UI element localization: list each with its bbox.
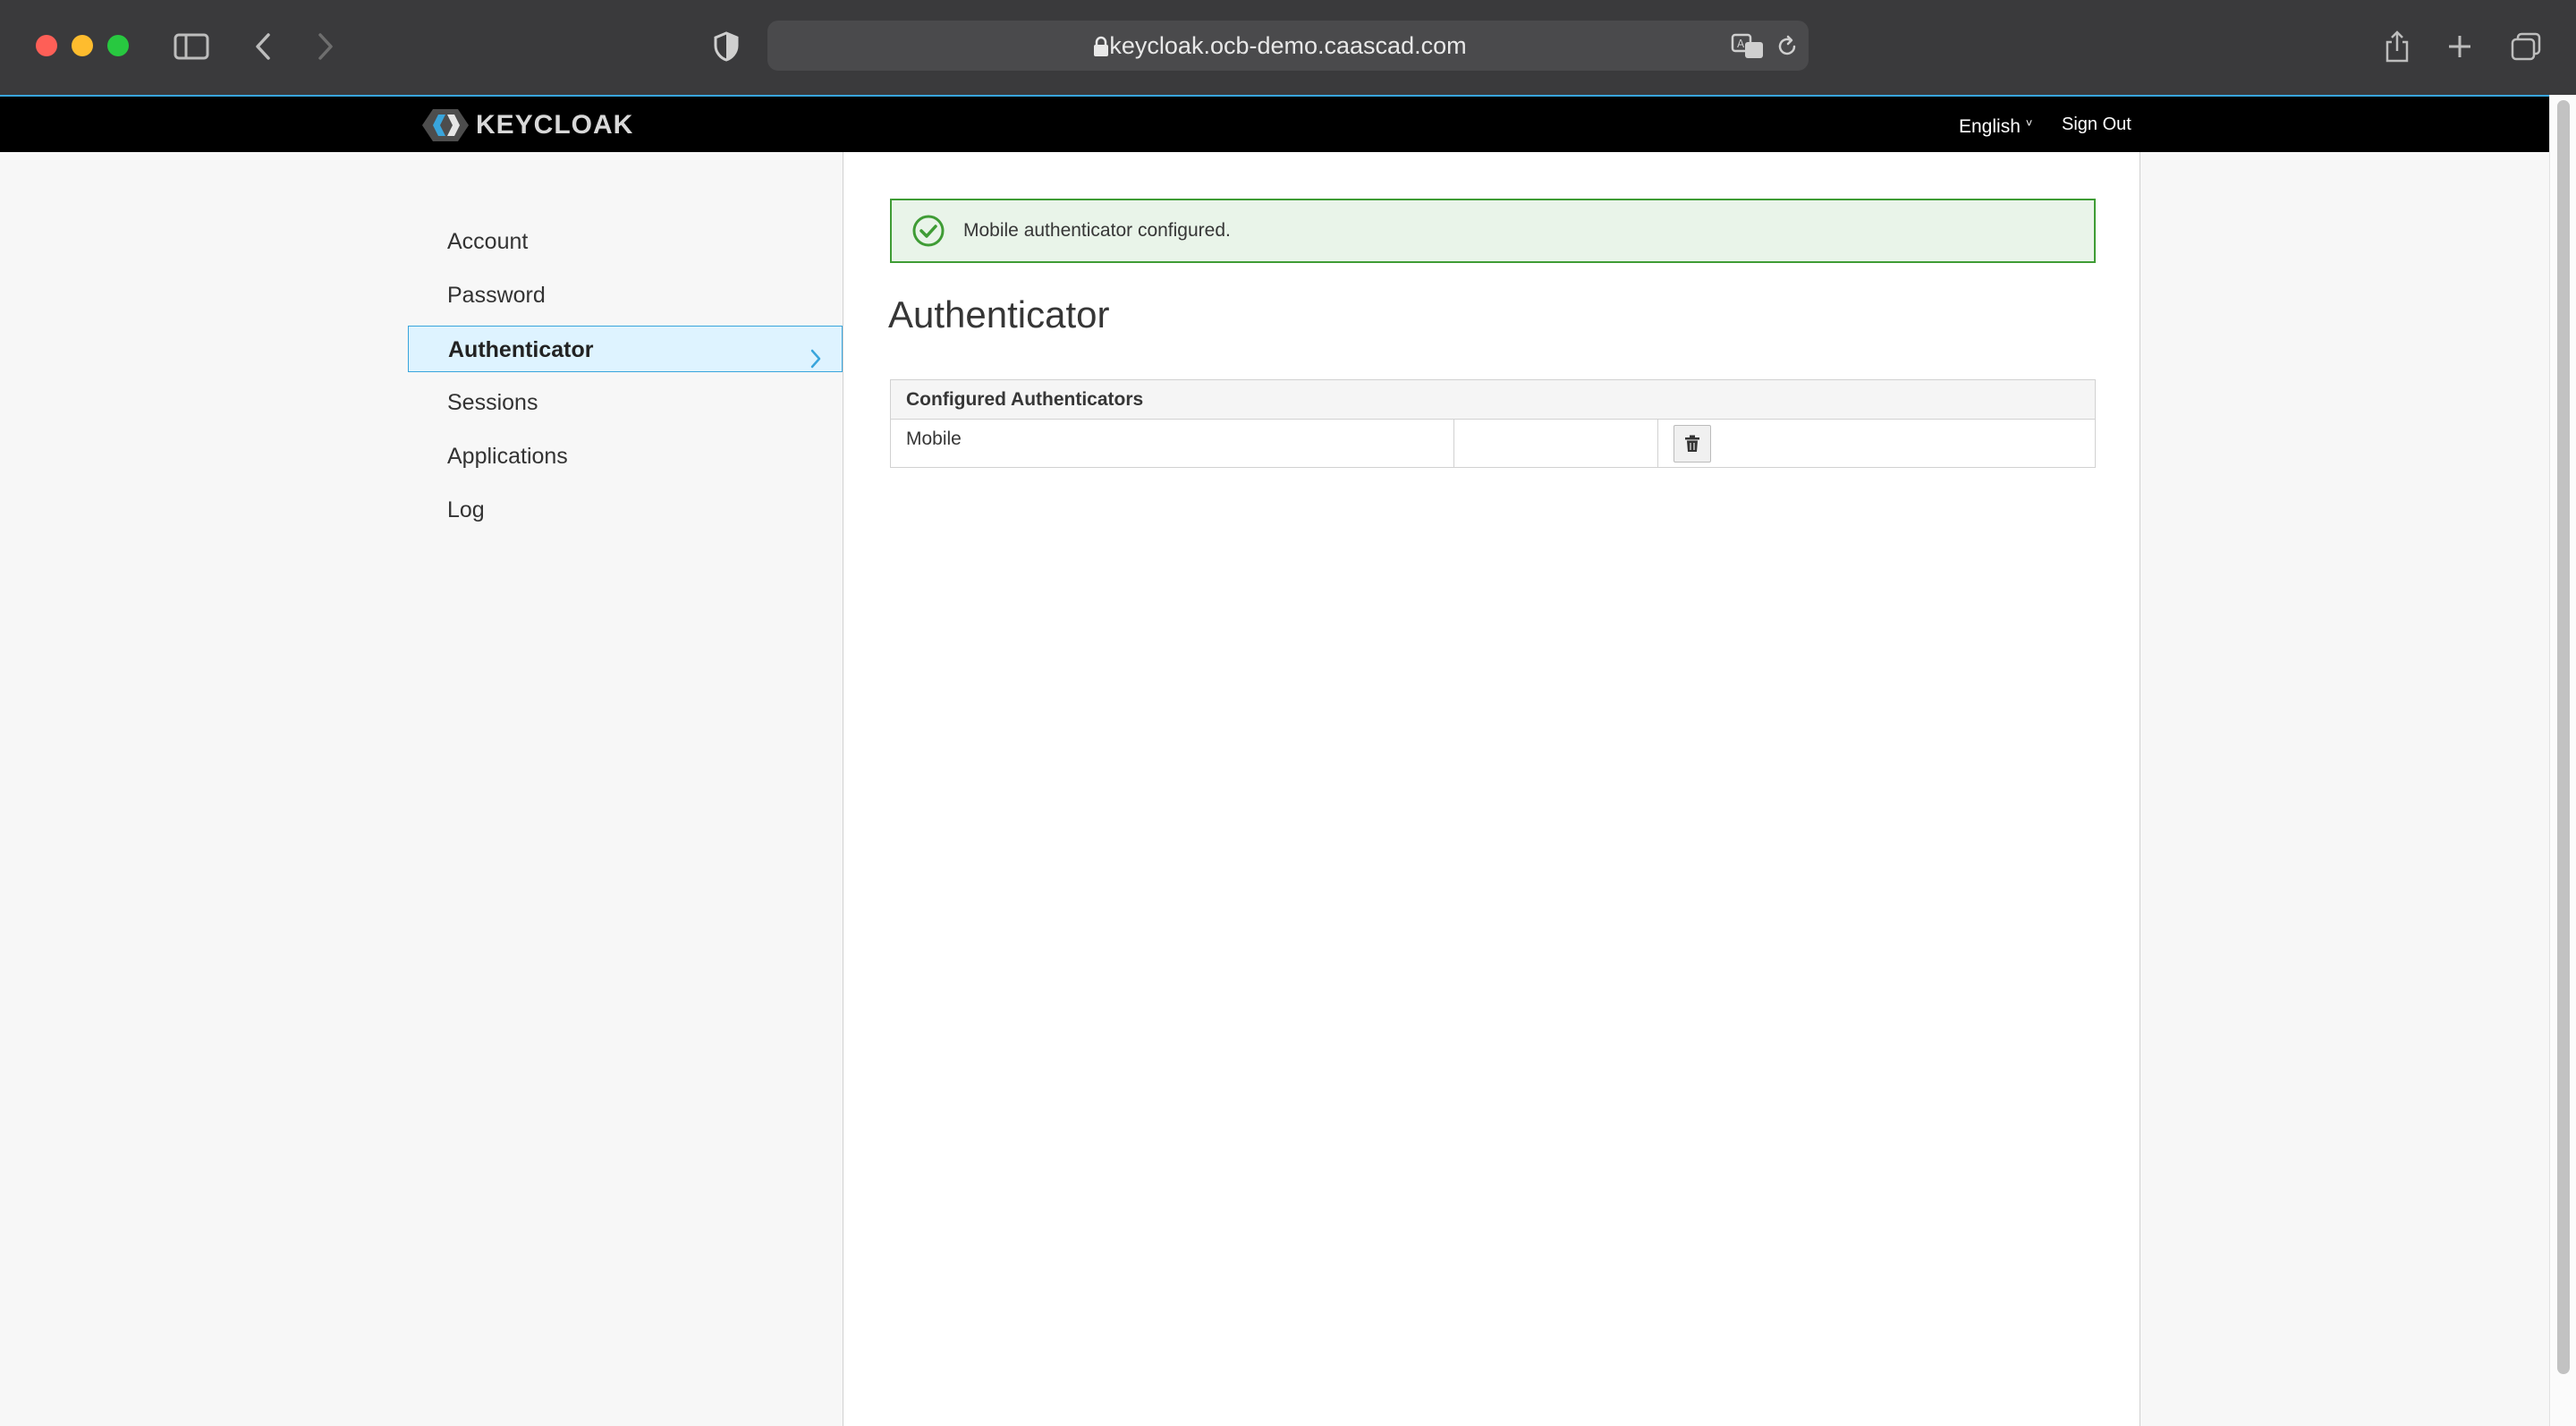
maximize-window-button[interactable] <box>107 35 129 56</box>
tabs-overview-icon[interactable] <box>2506 27 2546 66</box>
app-header: KEYCLOAK English ˅ Sign Out <box>0 95 2549 152</box>
share-icon[interactable] <box>2377 27 2417 66</box>
back-icon[interactable] <box>243 27 283 66</box>
minimize-window-button[interactable] <box>72 35 93 56</box>
sidebar-nav: Account Password Authenticator Sessions … <box>408 218 843 540</box>
authenticators-table: Configured Authenticators Mobile <box>890 379 2096 468</box>
sidebar-item-label: Log <box>447 497 485 522</box>
main-content: Mobile authenticator configured. Authent… <box>843 152 2140 1426</box>
sidebar-item-account[interactable]: Account <box>408 218 843 265</box>
language-label: English <box>1959 116 2021 137</box>
alert-message: Mobile authenticator configured. <box>963 220 1231 241</box>
page-body: Account Password Authenticator Sessions … <box>0 152 2549 1426</box>
sidebar-toggle-icon[interactable] <box>172 27 211 66</box>
new-tab-icon[interactable] <box>2440 27 2479 66</box>
table-header: Configured Authenticators <box>890 379 2096 420</box>
language-dropdown[interactable]: English ˅ <box>1959 116 2032 138</box>
caret-down-icon: ˅ <box>2025 116 2033 130</box>
forward-icon[interactable] <box>306 27 345 66</box>
scrollbar-thumb[interactable] <box>2557 100 2570 1374</box>
sidebar-item-applications[interactable]: Applications <box>408 433 843 480</box>
sidebar-item-label: Account <box>447 229 529 254</box>
success-alert: Mobile authenticator configured. <box>890 199 2096 263</box>
sidebar-item-password[interactable]: Password <box>408 272 843 318</box>
authenticator-actions <box>1657 419 2096 468</box>
sidebar-item-log[interactable]: Log <box>408 487 843 533</box>
authenticator-detail <box>1453 419 1658 468</box>
remove-authenticator-button[interactable] <box>1674 425 1711 463</box>
check-circle-icon <box>911 214 945 248</box>
browser-chrome: keycloak.ocb-demo.caascad.com A <box>0 0 2576 95</box>
close-window-button[interactable] <box>36 35 57 56</box>
authenticator-name: Mobile <box>890 419 1454 468</box>
trash-icon <box>1685 435 1699 452</box>
keycloak-logo[interactable]: KEYCLOAK <box>420 107 633 143</box>
page-title: Authenticator <box>888 293 1110 335</box>
sidebar-item-label: Sessions <box>447 390 538 415</box>
table-row: Mobile <box>890 419 2096 468</box>
scrollbar[interactable] <box>2549 95 2576 1426</box>
logo-text: KEYCLOAK <box>476 110 634 140</box>
sidebar-item-label: Password <box>447 283 546 308</box>
translate-icon[interactable]: A <box>1728 27 1767 66</box>
url-text: keycloak.ocb-demo.caascad.com <box>1109 32 1467 59</box>
reload-icon[interactable] <box>1767 27 1807 66</box>
sign-out-link[interactable]: Sign Out <box>2062 115 2131 135</box>
address-bar[interactable]: keycloak.ocb-demo.caascad.com <box>767 21 1809 71</box>
shield-icon[interactable] <box>707 27 746 66</box>
keycloak-logo-icon <box>422 109 469 141</box>
sidebar-item-label: Applications <box>447 444 568 469</box>
sidebar-item-label: Authenticator <box>448 337 594 362</box>
svg-text:A: A <box>1737 38 1745 50</box>
table-header-row: Configured Authenticators <box>890 379 2096 420</box>
sidebar-item-sessions[interactable]: Sessions <box>408 379 843 426</box>
sidebar-item-authenticator[interactable]: Authenticator <box>408 326 843 372</box>
lock-icon <box>1093 36 1109 62</box>
